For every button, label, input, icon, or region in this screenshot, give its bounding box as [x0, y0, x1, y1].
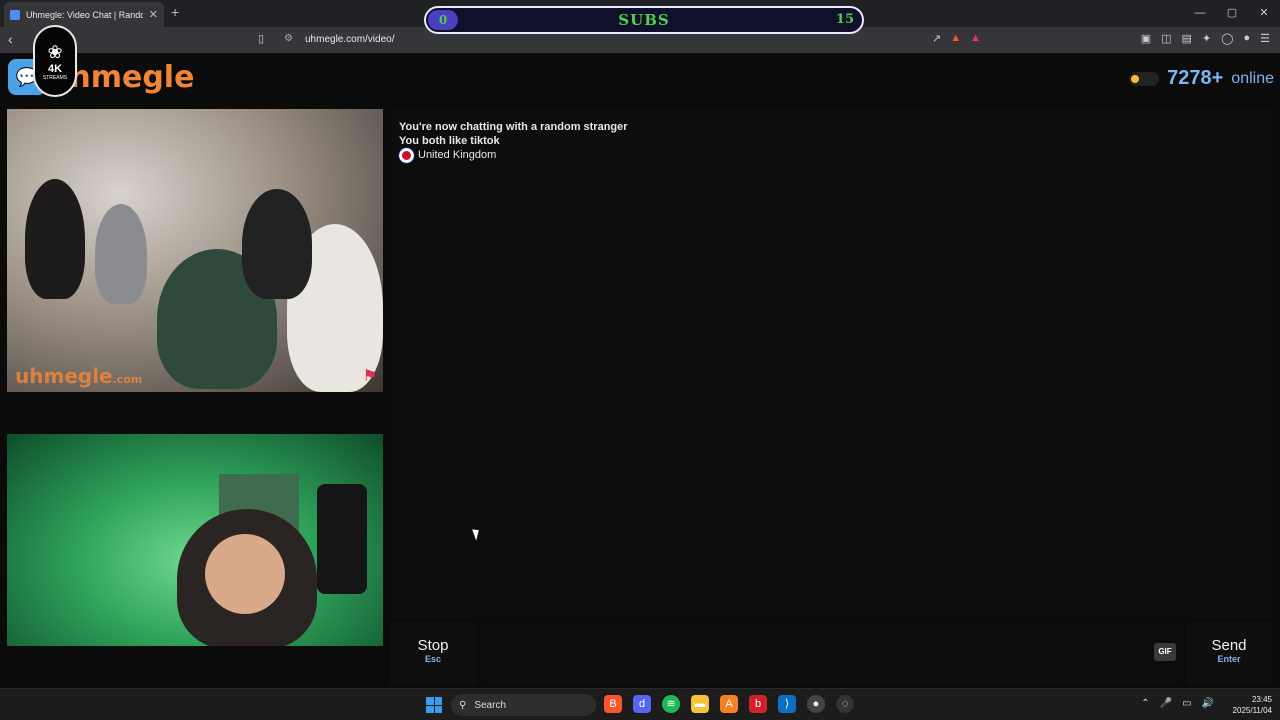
sidebar-toggle-icon[interactable]: ◫: [1161, 32, 1171, 45]
new-tab-button[interactable]: +: [171, 4, 179, 20]
bookmark-icon[interactable]: ▯: [258, 32, 264, 45]
stranger-country: United Kingdom: [398, 147, 1264, 164]
brave-shields-icon[interactable]: ▲: [950, 32, 961, 45]
streamer-badge-logo: ❀ 4K STREAMS: [33, 25, 77, 97]
badge-subtext: STREAMS: [42, 74, 68, 81]
message-input[interactable]: [482, 623, 1182, 685]
brave-rewards-icon[interactable]: ▲: [970, 32, 981, 45]
start-button[interactable]: [426, 697, 442, 713]
face-shape: [205, 534, 285, 614]
minimize-button[interactable]: —: [1184, 0, 1216, 27]
self-video: [7, 434, 383, 646]
maximize-button[interactable]: ▢: [1216, 0, 1248, 27]
app-icon[interactable]: b: [749, 695, 767, 713]
clock-time: 23:45: [1251, 695, 1272, 704]
vscode-app-icon[interactable]: ⟩: [778, 695, 796, 713]
obs-app-icon[interactable]: ●: [807, 695, 825, 713]
url-field[interactable]: uhmegle.com/video/: [305, 34, 395, 45]
subs-goal-count: 15: [835, 12, 854, 27]
microphone-icon[interactable]: 🎤: [1160, 698, 1172, 709]
leo-ai-icon[interactable]: ✦: [1202, 32, 1211, 45]
app-icon[interactable]: ◌: [836, 695, 854, 713]
uk-flag-icon: [398, 147, 415, 164]
person-silhouette: [25, 179, 85, 299]
badge-text: 4K: [47, 62, 63, 75]
taskbar-clock[interactable]: 23:45 2025/11/04: [1233, 694, 1272, 716]
person-silhouette: [242, 189, 312, 299]
watermark-main: uhmegle: [15, 364, 113, 388]
send-label: Send: [1211, 637, 1247, 654]
gif-button[interactable]: GIF: [1154, 643, 1176, 661]
close-window-button[interactable]: ✕: [1248, 0, 1280, 27]
country-name: United Kingdom: [418, 149, 497, 161]
wallet-icon[interactable]: ▤: [1182, 32, 1192, 45]
search-icon: ⚲: [459, 699, 467, 711]
stranger-video: uhmegle.com ⚑: [7, 109, 383, 392]
subs-current-count: 0: [428, 10, 458, 30]
browser-tab[interactable]: Uhmegle: Video Chat | Random ✕: [4, 2, 164, 27]
video-watermark: uhmegle.com: [15, 364, 142, 388]
chat-log: You're now chatting with a random strang…: [390, 109, 1273, 619]
report-flag-icon[interactable]: ⚑: [363, 366, 377, 386]
system-tray: ⌃ 🎤 ▭ 🔊: [1141, 698, 1214, 709]
share-icon[interactable]: ↗: [932, 32, 941, 45]
tab-close-icon[interactable]: ✕: [149, 8, 158, 21]
address-actions: ↗ ▲ ▲: [932, 32, 981, 45]
phoenix-icon: ❀: [47, 41, 63, 62]
subs-goal-overlay: 0 SUBS 15: [424, 6, 864, 34]
hanging-shirt: [317, 484, 367, 594]
spotify-app-icon[interactable]: ≋: [662, 695, 680, 713]
subs-label: SUBS: [618, 11, 670, 29]
volume-icon[interactable]: 🔊: [1202, 698, 1214, 709]
windows-taskbar: ⚲ Search B d ≋ ▬ A b ⟩ ● ◌ ⌃ 🎤 ▭ 🔊 23:45…: [0, 688, 1280, 720]
watermark-suffix: .com: [112, 373, 143, 386]
online-indicator: 7278+ online: [1129, 67, 1274, 90]
display-icon[interactable]: ▭: [1182, 698, 1191, 709]
brave-app-icon[interactable]: B: [604, 695, 622, 713]
stop-shortcut: Esc: [424, 654, 441, 664]
chevron-up-icon[interactable]: ⌃: [1141, 698, 1149, 709]
stop-button[interactable]: Stop Esc: [390, 623, 476, 685]
common-interest-message: You both like tiktok: [399, 135, 500, 147]
person-silhouette: [95, 204, 147, 304]
file-explorer-app-icon[interactable]: ▬: [691, 695, 709, 713]
vpn-shield-icon[interactable]: ◯: [1221, 32, 1233, 45]
app-icon[interactable]: A: [720, 695, 738, 713]
stop-label: Stop: [417, 637, 449, 654]
chat-controls: Stop Esc GIF Send Enter: [390, 623, 1280, 685]
site-settings-icon[interactable]: ⚙: [284, 33, 293, 44]
send-shortcut: Enter: [1217, 654, 1241, 664]
menu-icon[interactable]: ☰: [1260, 32, 1270, 45]
status-message: You're now chatting with a random strang…: [399, 121, 628, 133]
send-button[interactable]: Send Enter: [1186, 623, 1272, 685]
window-controls: — ▢ ✕: [1184, 0, 1280, 27]
theme-toggle[interactable]: [1129, 71, 1160, 86]
toolbar-actions: ▣ ◫ ▤ ✦ ◯ ● ☰: [1141, 32, 1270, 45]
back-arrow-icon[interactable]: ‹: [8, 31, 13, 47]
taskbar-apps: B d ≋ ▬ A b ⟩ ● ◌: [604, 695, 854, 713]
online-label: online: [1231, 69, 1274, 87]
online-count: 7278+: [1167, 67, 1224, 89]
search-label: Search: [474, 699, 507, 711]
screenshot-icon[interactable]: ▣: [1141, 32, 1151, 45]
discord-app-icon[interactable]: d: [633, 695, 651, 713]
uhmegle-page: 💬 uhmegle 7278+ online uhmegle.com ⚑ You…: [0, 53, 1280, 688]
extension-icon[interactable]: ●: [1243, 32, 1250, 45]
taskbar-search[interactable]: ⚲ Search: [451, 694, 596, 716]
clock-date: 2025/11/04: [1232, 706, 1272, 715]
site-favicon-icon: [10, 9, 20, 20]
tab-title: Uhmegle: Video Chat | Random: [26, 9, 143, 20]
